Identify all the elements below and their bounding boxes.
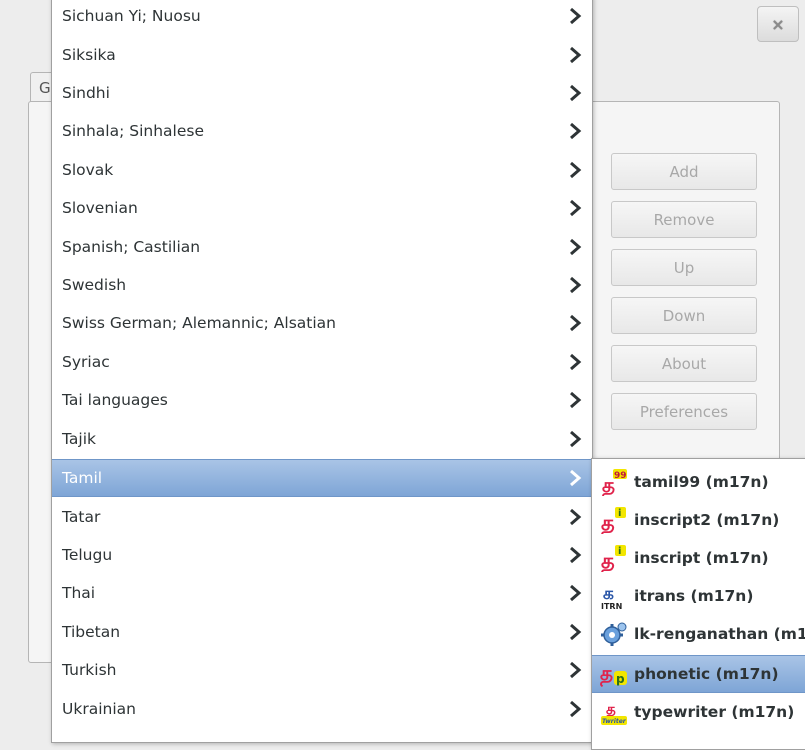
about-button[interactable]: About <box>611 345 757 382</box>
menu-item-tibetan[interactable]: Tibetan <box>52 613 592 651</box>
chevron-right-icon <box>570 200 582 217</box>
menu-item-label: Syriac <box>62 352 110 371</box>
menu-item-label: Swiss German; Alemannic; Alsatian <box>62 314 336 333</box>
menu-item-swiss-german[interactable]: Swiss German; Alemannic; Alsatian <box>52 304 592 342</box>
inscript-icon: த i <box>601 507 626 534</box>
menu-item-label: Telugu <box>62 545 113 564</box>
preferences-button[interactable]: Preferences <box>611 393 757 430</box>
chevron-right-icon <box>570 123 582 140</box>
menu-item-sichuan-yi[interactable]: Sichuan Yi; Nuosu <box>52 0 592 35</box>
chevron-right-icon <box>570 430 582 447</box>
svg-text:க: க <box>603 584 614 604</box>
down-button[interactable]: Down <box>611 297 757 334</box>
submenu-item-itrans[interactable]: க ITRN itrans (m17n) <box>592 577 805 615</box>
svg-text:ITRN: ITRN <box>601 602 622 610</box>
menu-item-label: Ukrainian <box>62 699 136 718</box>
menu-item-turkish[interactable]: Turkish <box>52 651 592 689</box>
submenu-item-label: phonetic (m17n) <box>634 665 779 683</box>
typewriter-icon: த Twriter <box>601 700 627 725</box>
menu-item-slovenian[interactable]: Slovenian <box>52 189 592 227</box>
svg-text:த: த <box>601 549 615 572</box>
menu-item-label: Tatar <box>62 507 101 526</box>
menu-item-slovak[interactable]: Slovak <box>52 151 592 189</box>
menu-item-ukrainian[interactable]: Ukrainian <box>52 689 592 727</box>
menu-item-syriac[interactable]: Syriac <box>52 343 592 381</box>
phonetic-icon: த p <box>600 661 627 687</box>
menu-item-label: Swedish <box>62 275 127 294</box>
tamil99-icon: த 99 <box>602 469 627 496</box>
menu-item-swedish[interactable]: Swedish <box>52 266 592 304</box>
menu-item-label: Slovak <box>62 160 114 179</box>
submenu-item-tamil99[interactable]: த 99 tamil99 (m17n) <box>592 463 805 501</box>
submenu-item-label: typewriter (m17n) <box>634 703 795 721</box>
chevron-right-icon <box>570 46 582 63</box>
submenu-item-label: inscript (m17n) <box>634 549 769 567</box>
up-button[interactable]: Up <box>611 249 757 286</box>
menu-item-label: Tai languages <box>62 391 168 410</box>
svg-text:p: p <box>616 672 625 686</box>
chevron-right-icon <box>570 662 582 679</box>
menu-item-siksika[interactable]: Siksika <box>52 35 592 73</box>
chevron-right-icon <box>570 392 582 409</box>
menu-item-tai-languages[interactable]: Tai languages <box>52 381 592 419</box>
svg-text:த: த <box>600 661 613 687</box>
submenu-item-label: inscript2 (m17n) <box>634 511 780 529</box>
submenu-item-inscript[interactable]: த i inscript (m17n) <box>592 539 805 577</box>
submenu-item-label: lk-renganathan (m17n) <box>634 625 805 643</box>
menu-item-spanish[interactable]: Spanish; Castilian <box>52 227 592 265</box>
chevron-right-icon <box>570 585 582 602</box>
add-button[interactable]: Add <box>611 153 757 190</box>
chevron-right-icon <box>570 470 582 487</box>
language-menu: Sichuan Yi; Nuosu Siksika Sindhi Sinhala… <box>51 0 593 743</box>
menu-item-label: Turkish <box>62 661 117 680</box>
menu-item-sindhi[interactable]: Sindhi <box>52 74 592 112</box>
menu-item-tatar[interactable]: Tatar <box>52 497 592 535</box>
menu-item-sinhala[interactable]: Sinhala; Sinhalese <box>52 112 592 150</box>
remove-button[interactable]: Remove <box>611 201 757 238</box>
svg-text:Twriter: Twriter <box>602 718 627 725</box>
svg-text:i: i <box>618 508 621 519</box>
menu-item-label: Sindhi <box>62 83 110 102</box>
menu-item-label: Tibetan <box>62 622 121 641</box>
chevron-right-icon <box>570 700 582 717</box>
chevron-right-icon <box>570 623 582 640</box>
menu-item-label: Spanish; Castilian <box>62 237 201 256</box>
gear-icon <box>601 622 627 646</box>
chevron-right-icon <box>570 353 582 370</box>
submenu-item-phonetic[interactable]: த p phonetic (m17n) <box>592 655 805 693</box>
chevron-right-icon <box>570 315 582 332</box>
chevron-right-icon <box>570 276 582 294</box>
submenu-item-label: tamil99 (m17n) <box>634 473 769 491</box>
submenu-item-typewriter[interactable]: த Twriter typewriter (m17n) <box>592 693 805 731</box>
submenu-item-inscript2[interactable]: த i inscript2 (m17n) <box>592 501 805 539</box>
menu-item-tajik[interactable]: Tajik <box>52 419 592 457</box>
chevron-right-icon <box>570 161 582 178</box>
submenu-item-lk-renganathan[interactable]: lk-renganathan (m17n) <box>592 615 805 653</box>
chevron-right-icon <box>570 546 582 564</box>
menu-item-label: Tajik <box>62 429 96 448</box>
svg-text:99: 99 <box>614 471 627 481</box>
menu-item-label: Siksika <box>62 45 116 64</box>
menu-item-label: Sichuan Yi; Nuosu <box>62 7 201 26</box>
chevron-right-icon <box>570 238 582 255</box>
itrans-icon: க ITRN <box>601 584 622 610</box>
close-icon: × <box>771 14 785 34</box>
menu-item-label: Sinhala; Sinhalese <box>62 122 204 141</box>
menu-item-label: Tamil <box>62 469 103 488</box>
chevron-right-icon <box>570 508 582 525</box>
chevron-right-icon <box>570 84 582 102</box>
submenu-item-label: itrans (m17n) <box>634 587 754 605</box>
menu-item-label: Thai <box>62 584 96 603</box>
menu-item-thai[interactable]: Thai <box>52 574 592 612</box>
inscript-icon: த i <box>601 545 626 572</box>
menu-item-label: Slovenian <box>62 199 138 218</box>
svg-text:i: i <box>618 546 621 557</box>
svg-text:த: த <box>601 511 615 534</box>
menu-item-telugu[interactable]: Telugu <box>52 536 592 574</box>
close-button[interactable]: × <box>757 6 799 42</box>
menu-item-tamil[interactable]: Tamil <box>52 459 592 498</box>
chevron-right-icon <box>570 8 582 25</box>
tamil-submenu: த 99 tamil99 (m17n) த i inscript2 (m17n)… <box>591 458 805 750</box>
